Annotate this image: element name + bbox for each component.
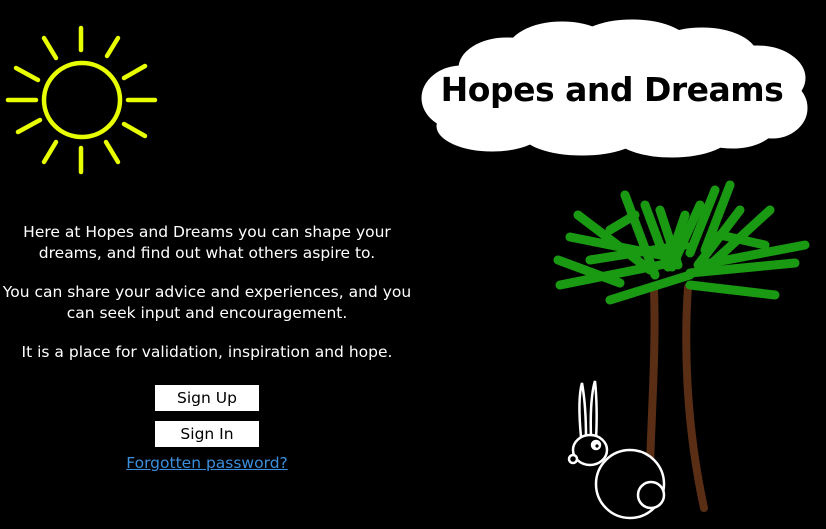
tree-scene [553, 180, 810, 520]
intro-paragraph-1: Here at Hopes and Dreams you can shape y… [23, 223, 391, 262]
sun-icon [5, 25, 158, 175]
sign-up-button[interactable]: Sign Up [155, 385, 259, 411]
intro-paragraph-3: It is a place for validation, inspiratio… [21, 343, 393, 361]
intro-text: Here at Hopes and Dreams you can shape y… [0, 222, 414, 381]
intro-paragraph-2: You can share your advice and experience… [2, 283, 412, 322]
sign-in-button[interactable]: Sign In [155, 421, 259, 447]
page-title: Hopes and Dreams [440, 70, 784, 109]
forgot-password-container: Forgotten password? [0, 453, 414, 474]
forgot-password-link[interactable]: Forgotten password? [126, 454, 288, 472]
